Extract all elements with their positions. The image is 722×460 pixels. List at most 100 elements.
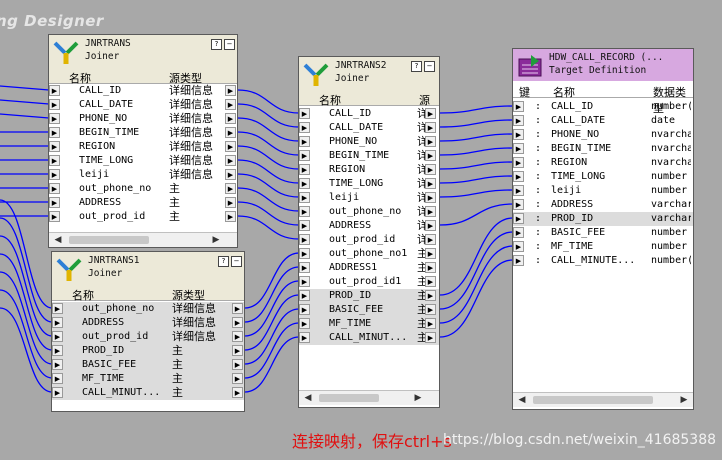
- port-row[interactable]: ▶ ▶ out_phone_no1 主: [299, 247, 439, 261]
- link-line[interactable]: [439, 189, 514, 198]
- port-row[interactable]: ▶ ▶ out_prod_id 主: [49, 210, 237, 224]
- help-button[interactable]: ?: [211, 39, 222, 50]
- input-port-icon[interactable]: ▶: [49, 183, 60, 194]
- link-line[interactable]: [0, 113, 50, 119]
- input-port-icon[interactable]: ▶: [513, 129, 524, 140]
- scroll-thumb[interactable]: [69, 236, 149, 244]
- port-row[interactable]: ▶ ▶ MF_TIME 主: [299, 317, 439, 331]
- input-port-icon[interactable]: ▶: [513, 213, 524, 224]
- input-port-icon[interactable]: ▶: [52, 317, 63, 328]
- port-row[interactable]: ▶ ▶ ADDRESS 主: [49, 196, 237, 210]
- input-port-icon[interactable]: ▶: [49, 197, 60, 208]
- output-port-icon[interactable]: ▶: [232, 359, 243, 370]
- col-type-header[interactable]: 源类型: [172, 287, 205, 303]
- transform-header[interactable]: JNRTRANS Joiner ? −: [49, 35, 237, 69]
- horizontal-scrollbar[interactable]: ◀ ▶: [299, 390, 439, 405]
- output-port-icon[interactable]: ▶: [232, 387, 243, 398]
- port-row[interactable]: ▶: TIME_LONG number: [513, 170, 693, 184]
- port-row[interactable]: ▶ ▶ PROD_ID 主: [52, 344, 244, 358]
- link-line[interactable]: [0, 99, 50, 105]
- input-port-icon[interactable]: ▶: [52, 331, 63, 342]
- link-line[interactable]: [244, 294, 300, 351]
- port-row[interactable]: ▶: PHONE_NO nvarchar: [513, 128, 693, 142]
- input-port-icon[interactable]: ▶: [299, 318, 310, 329]
- input-port-icon[interactable]: ▶: [299, 192, 310, 203]
- port-row[interactable]: ▶ ▶ MF_TIME 主: [52, 372, 244, 386]
- port-row[interactable]: ▶ ▶ TIME_LONG 详细信息: [49, 154, 237, 168]
- minimize-button[interactable]: −: [231, 256, 242, 267]
- output-port-icon[interactable]: ▶: [425, 248, 436, 259]
- output-port-icon[interactable]: ▶: [425, 136, 436, 147]
- input-port-icon[interactable]: ▶: [299, 136, 310, 147]
- scroll-left-icon[interactable]: ◀: [515, 393, 529, 407]
- output-port-icon[interactable]: ▶: [225, 155, 236, 166]
- input-port-icon[interactable]: ▶: [52, 373, 63, 384]
- input-port-icon[interactable]: ▶: [299, 262, 310, 273]
- output-port-icon[interactable]: ▶: [425, 234, 436, 245]
- port-row[interactable]: ▶ ▶ PHONE_NO 详细信息: [49, 112, 237, 126]
- port-row[interactable]: ▶ ▶ REGION 详细信息: [49, 140, 237, 154]
- port-row[interactable]: ▶ ▶ PHONE_NO 详: [299, 135, 439, 149]
- input-port-icon[interactable]: ▶: [52, 359, 63, 370]
- link-line[interactable]: [237, 159, 300, 184]
- port-row[interactable]: ▶ ▶ BASIC_FEE 主: [52, 358, 244, 372]
- scroll-thumb[interactable]: [533, 396, 653, 404]
- input-port-icon[interactable]: ▶: [299, 108, 310, 119]
- port-row[interactable]: ▶ ▶ leiji 详: [299, 191, 439, 205]
- port-row[interactable]: ▶ ▶ REGION 详: [299, 163, 439, 177]
- output-port-icon[interactable]: ▶: [425, 290, 436, 301]
- link-line[interactable]: [237, 117, 300, 142]
- link-line[interactable]: [439, 147, 514, 156]
- input-port-icon[interactable]: ▶: [299, 206, 310, 217]
- help-button[interactable]: ?: [411, 61, 422, 72]
- port-row[interactable]: ▶ ▶ CALL_DATE 详细信息: [49, 98, 237, 112]
- help-button[interactable]: ?: [218, 256, 229, 267]
- output-port-icon[interactable]: ▶: [225, 197, 236, 208]
- input-port-icon[interactable]: ▶: [299, 248, 310, 259]
- port-row[interactable]: ▶ ▶ out_prod_id1 主: [299, 275, 439, 289]
- scroll-thumb[interactable]: [319, 394, 379, 402]
- output-port-icon[interactable]: ▶: [232, 331, 243, 342]
- input-port-icon[interactable]: ▶: [299, 290, 310, 301]
- link-line[interactable]: [237, 145, 300, 170]
- output-port-icon[interactable]: ▶: [232, 373, 243, 384]
- port-row[interactable]: ▶ ▶ CALL_DATE 详: [299, 121, 439, 135]
- output-port-icon[interactable]: ▶: [225, 85, 236, 96]
- transform-header[interactable]: HDW_CALL_RECORD (... Target Definition: [513, 49, 693, 81]
- output-port-icon[interactable]: ▶: [225, 211, 236, 222]
- scroll-left-icon[interactable]: ◀: [51, 233, 65, 247]
- output-port-icon[interactable]: ▶: [425, 192, 436, 203]
- output-port-icon[interactable]: ▶: [232, 345, 243, 356]
- link-line[interactable]: [439, 105, 514, 114]
- output-port-icon[interactable]: ▶: [425, 206, 436, 217]
- port-row[interactable]: ▶ ▶ leiji 详细信息: [49, 168, 237, 182]
- port-row[interactable]: ▶ ▶ out_prod_id 详: [299, 233, 439, 247]
- designer-canvas[interactable]: ng Designer JNRTRANS Joiner ? − 名称 源类型 ▶…: [0, 0, 722, 460]
- input-port-icon[interactable]: ▶: [49, 211, 60, 222]
- input-port-icon[interactable]: ▶: [513, 199, 524, 210]
- port-row[interactable]: ▶: CALL_MINUTE... number(: [513, 254, 693, 268]
- input-port-icon[interactable]: ▶: [49, 85, 60, 96]
- link-line[interactable]: [237, 89, 300, 114]
- input-port-icon[interactable]: ▶: [299, 304, 310, 315]
- input-port-icon[interactable]: ▶: [299, 276, 310, 287]
- output-port-icon[interactable]: ▶: [425, 108, 436, 119]
- input-port-icon[interactable]: ▶: [513, 143, 524, 154]
- port-row[interactable]: ▶: CALL_ID number(: [513, 100, 693, 114]
- link-line[interactable]: [0, 217, 53, 323]
- output-port-icon[interactable]: ▶: [425, 122, 436, 133]
- output-port-icon[interactable]: ▶: [232, 303, 243, 314]
- input-port-icon[interactable]: ▶: [513, 157, 524, 168]
- minimize-button[interactable]: −: [224, 39, 235, 50]
- input-port-icon[interactable]: ▶: [299, 178, 310, 189]
- link-line[interactable]: [439, 175, 514, 184]
- port-row[interactable]: ▶: REGION nvarchar: [513, 156, 693, 170]
- horizontal-scrollbar[interactable]: ◀ ▶: [49, 232, 237, 247]
- input-port-icon[interactable]: ▶: [299, 122, 310, 133]
- link-line[interactable]: [439, 133, 514, 142]
- transform-header[interactable]: JNRTRANS1 Joiner ? −: [52, 252, 244, 286]
- port-row[interactable]: ▶ ▶ ADDRESS1 主: [299, 261, 439, 275]
- port-row[interactable]: ▶: PROD_ID varchar: [513, 212, 693, 226]
- horizontal-scrollbar[interactable]: ◀ ▶: [513, 392, 693, 407]
- col-name-header[interactable]: 名称: [553, 84, 575, 100]
